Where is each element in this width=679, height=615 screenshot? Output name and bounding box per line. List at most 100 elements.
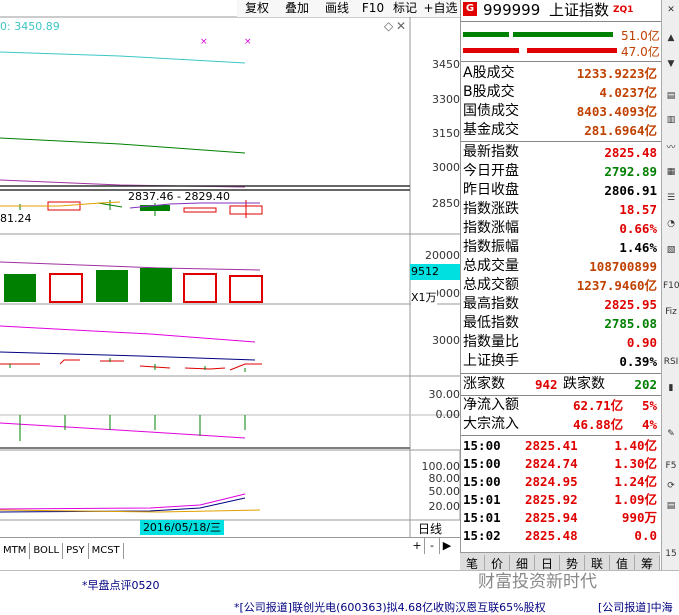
stat-row: 最低指数 2785.08 — [463, 315, 657, 331]
svg-text:×: × — [200, 37, 208, 47]
zoom-out-button[interactable]: - — [425, 538, 440, 554]
toolbar-draw-button[interactable]: 画线 — [317, 0, 358, 17]
osc-axis-label: 50.00 — [428, 485, 461, 498]
chevron-up-icon[interactable]: ▲ — [663, 30, 679, 46]
refresh-icon[interactable]: ⟳ — [663, 478, 679, 494]
bar-sell-2 — [527, 48, 617, 53]
news-item[interactable]: *[公司报道]联创光电(600363)拟4.68亿收购汉恩互联65%股权 — [234, 599, 546, 615]
chart-icon[interactable]: ▤ — [663, 498, 679, 514]
tick-row: 15:02 2825.48 0.0 — [463, 528, 657, 543]
osc-axis-label: 20.00 — [428, 500, 461, 513]
bar-sell-1 — [463, 48, 519, 53]
quote-panel: G 999999 上证指数 ZQ1 51.0亿 47.0亿 A股成交 1233.9… — [460, 0, 661, 570]
line-icon[interactable]: 〰 — [663, 140, 679, 156]
f10-icon[interactable]: F10 — [663, 278, 679, 294]
stat-row: 总成交量 108700899 — [463, 258, 657, 274]
flow-row: 大宗流入 46.88亿 4% — [463, 416, 657, 432]
flow-row: 净流入额 62.71亿 5% — [463, 397, 657, 413]
bar-buy-1 — [463, 32, 509, 37]
turnover-row: 基金成交 281.6964亿 — [463, 122, 657, 138]
stat-row: 最高指数 2825.95 — [463, 296, 657, 312]
stat-row: 上证换手 0.39% — [463, 353, 657, 369]
f5-icon[interactable]: F5 — [663, 458, 679, 474]
bars-icon[interactable]: ▥ — [663, 112, 679, 128]
tab-mtm[interactable]: MTM — [0, 543, 31, 559]
price-axis-label: 3150 — [432, 127, 460, 140]
grid-icon[interactable]: ▦ — [663, 164, 679, 180]
indicator-tabs: MTM BOLL PSY MCST — [0, 537, 420, 559]
volume-highlight: 9512 — [411, 265, 439, 278]
tick-row: 15:00 2824.95 1.24亿 — [463, 474, 657, 489]
tab-psy[interactable]: PSY — [63, 543, 89, 559]
security-tag: ZQ1 — [613, 5, 634, 15]
pen-icon[interactable]: ✎ — [663, 426, 679, 442]
price-axis-label: 3450 — [432, 58, 460, 71]
turnover-row: B股成交 4.0237亿 — [463, 84, 657, 100]
tab-boll[interactable]: BOLL — [30, 543, 64, 559]
stat-row: 指数振幅 1.46% — [463, 239, 657, 255]
bar-value-1: 51.0亿 — [621, 29, 660, 43]
volume-axis-label: 20000 — [425, 249, 460, 262]
indicator-axis-label: 0.00 — [435, 408, 461, 421]
news-ticker: *早盘点评0520 *[公司报道]联创光电(600363)拟4.68亿收购汉恩互… — [0, 570, 679, 615]
diamond-icon[interactable]: ◇ — [384, 19, 393, 33]
rsi-icon[interactable]: RSI — [663, 354, 679, 370]
price-axis-label: 3000 — [432, 161, 460, 174]
stat-row: 指数涨幅 0.66% — [463, 220, 657, 236]
turnover-row: A股成交 1233.9223亿 — [463, 65, 657, 81]
close-icon[interactable]: ✕ — [396, 19, 406, 33]
tool-sidebar: ✕ ▲ ▼ ▤ ▥ 〰 ▦ ☰ ◔ ▧ F10 Fiz RSI ▮ ✎ F5 ⟳… — [661, 0, 679, 570]
toolbar-mark-button[interactable]: 标记 — [389, 0, 422, 17]
toolbar-fuquan-button[interactable]: 复权 — [237, 0, 278, 17]
stat-row: 总成交额 1237.9460亿 — [463, 277, 657, 293]
list-icon[interactable]: ☰ — [663, 190, 679, 206]
chart-icon[interactable]: ▤ — [663, 88, 679, 104]
volume-unit: X1万 — [411, 289, 437, 305]
price-axis-label: 2850 — [432, 197, 460, 210]
stat-row: 指数涨跌 18.57 — [463, 201, 657, 217]
candle-icon[interactable]: ▮ — [663, 380, 679, 396]
news-item[interactable]: [公司报道]中海 — [598, 599, 673, 615]
ma-readout: 0: 3450.89 — [0, 20, 60, 33]
tab-mcst[interactable]: MCST — [89, 543, 124, 559]
stat-row: 指数量比 0.90 — [463, 334, 657, 350]
range-annotation: 2837.46 - 2829.40 — [128, 190, 230, 203]
stat-row: 最新指数 2825.48 — [463, 144, 657, 160]
turnover-row: 国债成交 8403.4093亿 — [463, 103, 657, 119]
left-price-label: 81.24 — [0, 212, 32, 225]
security-code: 999999 — [483, 1, 541, 19]
stat-row: 今日开盘 2792.89 — [463, 163, 657, 179]
table-icon[interactable]: ▧ — [663, 242, 679, 258]
toolbar-watchlist-button[interactable]: +自选 — [421, 0, 460, 17]
breadth-row: 涨家数 942 跌家数 202 — [463, 376, 657, 392]
date-cursor-label: 2016/05/18/三 — [140, 520, 224, 535]
osc-axis-label: 80.00 — [428, 472, 461, 485]
news-item[interactable]: *早盘点评0520 — [82, 577, 160, 593]
close-icon[interactable]: ✕ — [663, 2, 679, 18]
tick-row: 15:00 2825.41 1.40亿 — [463, 438, 657, 453]
macd-axis-label: 3000 — [432, 334, 460, 347]
price-axis-label: 3300 — [432, 93, 460, 106]
period-label[interactable]: 日线 — [418, 520, 442, 537]
watermark: 财富投资新时代 — [478, 572, 597, 592]
pie-icon[interactable]: ◔ — [663, 216, 679, 232]
sidebar-number: 15 — [665, 549, 677, 559]
tick-row: 15:00 2824.74 1.30亿 — [463, 456, 657, 471]
chevron-down-icon[interactable]: ▼ — [663, 56, 679, 72]
security-name: 上证指数 — [549, 1, 610, 19]
indicator-axis-label: 30.00 — [428, 388, 461, 401]
fiz-icon[interactable]: Fiz — [663, 304, 679, 320]
tick-row: 15:01 2825.92 1.09亿 — [463, 492, 657, 507]
tick-row: 15:01 2825.94 990万 — [463, 510, 657, 525]
bar-buy-2 — [513, 32, 613, 37]
svg-text:×: × — [244, 37, 252, 47]
badge-icon: G — [463, 2, 477, 16]
scroll-right-button[interactable]: ▶ — [440, 538, 454, 554]
kline-chart[interactable]: × × 复权 叠加 画线 F10 标记 +自选 0: 3450.89 ◇ ✕ 2… — [0, 0, 460, 570]
chart-canvas: × × — [0, 16, 460, 537]
stat-row: 昨日收盘 2806.91 — [463, 182, 657, 198]
toolbar-f10-button[interactable]: F10 — [357, 0, 390, 17]
zoom-in-button[interactable]: + — [410, 538, 425, 554]
bar-value-2: 47.0亿 — [621, 45, 660, 59]
toolbar-overlay-button[interactable]: 叠加 — [277, 0, 318, 17]
